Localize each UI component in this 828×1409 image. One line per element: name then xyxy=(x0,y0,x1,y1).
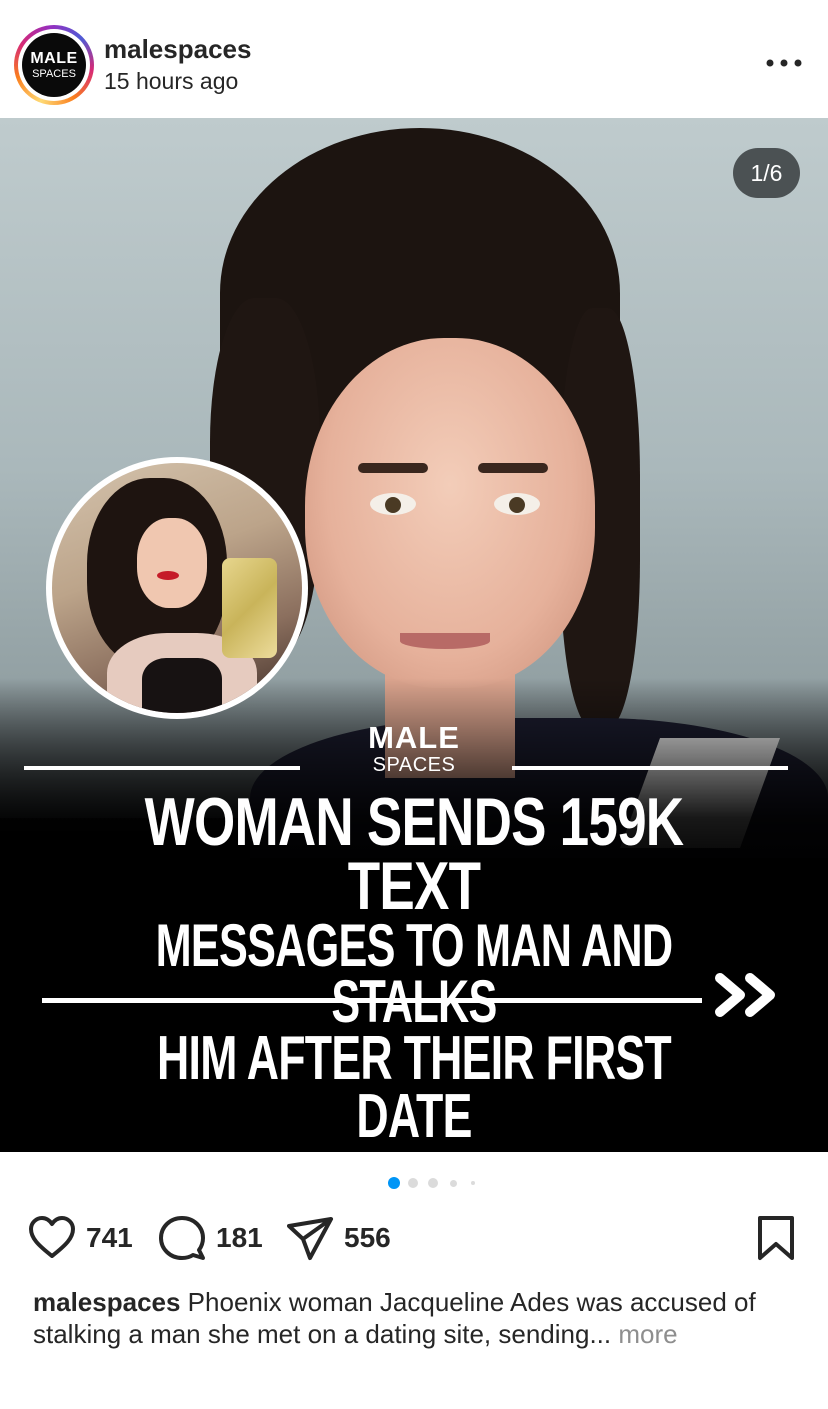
double-chevron-right-icon xyxy=(715,973,775,1017)
inset-photo-image xyxy=(52,463,302,713)
headline: WOMAN SENDS 159K TEXT MESSAGES TO MAN AN… xyxy=(0,784,828,1151)
carousel-dot xyxy=(408,1178,418,1188)
avatar[interactable]: MALE SPACES xyxy=(22,33,86,97)
inset-lips xyxy=(157,571,179,580)
share-icon xyxy=(287,1217,333,1260)
avatar-border: MALE SPACES xyxy=(18,29,90,101)
post-caption: malespaces Phoenix woman Jacqueline Ades… xyxy=(33,1286,803,1350)
post-header: MALE SPACES malespaces 15 hours ago xyxy=(0,0,828,118)
headline-line-3: HIM AFTER THEIR FIRST DATE xyxy=(157,1024,672,1151)
inset-face xyxy=(137,518,207,608)
brand-logo-line1: MALE xyxy=(368,720,460,755)
post-media[interactable]: 1/6 MALE SPACES WOMAN SENDS 159K TEXT ME… xyxy=(0,118,828,1152)
photo-eye-right xyxy=(494,493,540,515)
carousel-dot-active xyxy=(388,1177,400,1189)
ellipsis-icon xyxy=(766,59,802,67)
carousel-dot xyxy=(428,1178,438,1188)
more-options-icon[interactable] xyxy=(762,48,806,78)
brand-logo-line2: SPACES xyxy=(372,754,456,776)
save-button[interactable] xyxy=(752,1214,800,1262)
post-timestamp: 15 hours ago xyxy=(104,68,239,94)
heart-icon xyxy=(29,1216,75,1258)
divider-bottom xyxy=(42,998,702,1003)
carousel-counter: 1/6 xyxy=(733,148,800,198)
photo-mouth xyxy=(400,633,490,649)
share-count[interactable]: 556 xyxy=(344,1222,391,1254)
avatar-text-line2: SPACES xyxy=(32,68,76,80)
divider-right xyxy=(512,766,788,770)
comment-icon xyxy=(159,1216,205,1260)
inset-dark-top xyxy=(142,658,222,713)
inset-phone xyxy=(222,558,277,658)
next-arrows-icon xyxy=(712,970,784,1020)
caption-more-link[interactable]: more xyxy=(611,1319,677,1349)
comment-button[interactable] xyxy=(158,1214,206,1262)
inset-photo xyxy=(46,457,308,719)
comment-count[interactable]: 181 xyxy=(216,1222,263,1254)
headline-line-1: WOMAN SENDS 159K TEXT xyxy=(144,784,684,924)
post-username[interactable]: malespaces xyxy=(104,34,251,65)
action-bar: 741 181 556 xyxy=(0,1210,828,1266)
carousel-dot xyxy=(471,1181,475,1185)
caption-username[interactable]: malespaces xyxy=(33,1287,180,1317)
like-button[interactable] xyxy=(28,1214,76,1262)
photo-brow-right xyxy=(478,463,548,473)
carousel-indicator xyxy=(386,1177,486,1191)
carousel-dot xyxy=(450,1180,457,1187)
share-button[interactable] xyxy=(286,1214,334,1262)
avatar-text-line1: MALE xyxy=(30,50,78,67)
story-ring[interactable]: MALE SPACES xyxy=(14,25,94,105)
divider-left xyxy=(24,766,300,770)
photo-brow-left xyxy=(358,463,428,473)
headline-line-2: MESSAGES TO MAN AND STALKS xyxy=(155,912,673,1035)
like-count[interactable]: 741 xyxy=(86,1222,133,1254)
photo-eye-left xyxy=(370,493,416,515)
bookmark-icon xyxy=(758,1216,794,1260)
